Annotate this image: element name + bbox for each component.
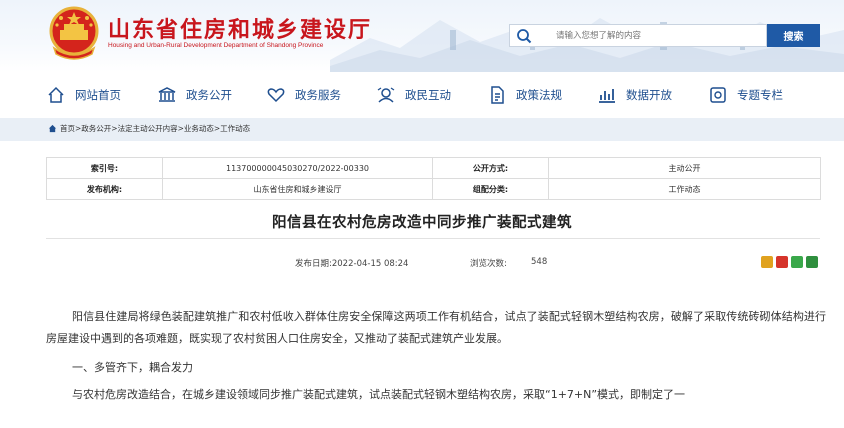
nav-item-policies[interactable]: 政策法规	[487, 84, 562, 106]
search-input[interactable]	[556, 25, 761, 46]
public-method-label: 公开方式:	[432, 157, 549, 179]
index-value: 113700000045030270/2022-00330	[162, 157, 433, 179]
nav-item-gov-affairs[interactable]: 政务公开	[157, 84, 232, 106]
nav-item-open-data[interactable]: 数据开放	[597, 84, 672, 106]
site-subtitle: Housing and Urban-Rural Development Depa…	[108, 42, 324, 49]
national-emblem-logo	[49, 6, 99, 60]
site-title: 山东省住房和城乡建设厅	[108, 18, 373, 43]
share-weibo-icon[interactable]	[776, 256, 788, 268]
nav-item-label: 政务服务	[295, 88, 341, 102]
views-label: 浏览次数:	[470, 259, 507, 269]
nav-item-label: 网站首页	[75, 88, 121, 102]
nav-item-home[interactable]: 网站首页	[46, 84, 121, 106]
article-title: 阳信县在农村危房改造中同步推广装配式建筑	[272, 215, 572, 231]
article-paragraph: 与农村危房改造结合，在城乡建设领域同步推广装配式建筑，试点装配式轻钢木塑结构农房…	[72, 388, 686, 401]
category-value: 工作动态	[548, 178, 821, 200]
index-label: 索引号:	[46, 157, 163, 179]
home-icon	[48, 86, 64, 103]
publisher-value: 山东省住房和城乡建设厅	[162, 178, 433, 200]
article-meta-table: 索引号: 113700000045030270/2022-00330 公开方式:…	[46, 157, 821, 200]
breadcrumb-text[interactable]: 首页>政务公开>法定主动公开内容>业务动态>工作动态	[60, 123, 250, 134]
nav-item-label: 数据开放	[626, 88, 672, 102]
share-qzone-icon[interactable]	[761, 256, 773, 268]
article-paragraph: 阳信县住建局将绿色装配建筑推广和农村低收入群体住房安全保障这两项工作有机结合，试…	[46, 310, 826, 345]
nav-item-label: 专题专栏	[737, 88, 783, 102]
government-building-icon	[158, 87, 176, 102]
public-method-value: 主动公开	[548, 157, 821, 179]
nav-item-interaction[interactable]: 政民互动	[376, 84, 451, 106]
table-row: 发布机构: 山东省住房和城乡建设厅 组配分类: 工作动态	[46, 178, 821, 200]
share-more-icon[interactable]	[806, 256, 818, 268]
publisher-label: 发布机构:	[46, 178, 163, 200]
breadcrumb-bar: 首页>政务公开>法定主动公开内容>业务动态>工作动态	[0, 118, 844, 141]
views-value: 548	[531, 257, 548, 267]
category-label: 组配分类:	[432, 178, 549, 200]
article-heading: 一、多管齐下，耦合发力	[72, 361, 193, 374]
main-nav: 网站首页 政务公开 政务服务 政民互动 政策法规 数据开放 专题专栏	[0, 78, 844, 112]
interaction-icon	[377, 87, 395, 103]
topic-icon	[710, 87, 726, 103]
table-row: 索引号: 113700000045030270/2022-00330 公开方式:…	[46, 157, 821, 179]
search-icon	[517, 29, 532, 44]
breadcrumb[interactable]: 首页>政务公开>法定主动公开内容>业务动态>工作动态	[48, 123, 250, 134]
nav-item-label: 政务公开	[186, 88, 232, 102]
nav-item-label: 政策法规	[516, 88, 562, 102]
title-divider	[46, 238, 820, 239]
share-wechat-icon[interactable]	[791, 256, 803, 268]
nav-item-topics[interactable]: 专题专栏	[708, 84, 783, 106]
publish-date: 发布日期:2022-04-15 08:24	[295, 259, 409, 269]
nav-item-label: 政民互动	[405, 88, 451, 102]
heart-hands-icon	[267, 88, 285, 103]
nav-item-gov-services[interactable]: 政务服务	[266, 84, 341, 106]
home-small-icon	[48, 124, 57, 133]
document-icon	[491, 86, 504, 104]
search-box	[509, 24, 767, 47]
bar-chart-icon	[599, 89, 615, 103]
site-header: 山东省住房和城乡建设厅 Housing and Urban-Rural Deve…	[0, 0, 844, 72]
search-button[interactable]: 搜索	[767, 24, 820, 47]
share-icons	[761, 256, 818, 268]
